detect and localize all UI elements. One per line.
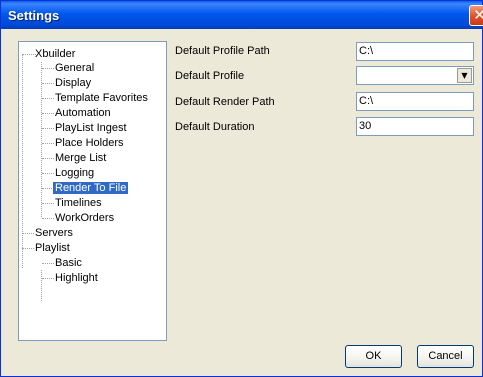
- profile-select[interactable]: ▼: [356, 66, 474, 85]
- tree-connector: [42, 278, 54, 279]
- tree-item-display[interactable]: Display: [55, 76, 91, 90]
- tree-item-merge-list[interactable]: Merge List: [55, 151, 106, 165]
- render-path-field[interactable]: C:\: [356, 92, 474, 111]
- tree-item-place-holders[interactable]: Place Holders: [55, 136, 123, 150]
- settings-window: Settings ✕ Xbuilder General Display Temp…: [0, 0, 483, 377]
- tree-connector: [22, 54, 36, 55]
- tree-connector: [42, 98, 54, 99]
- cancel-button[interactable]: Cancel: [417, 345, 474, 368]
- close-button[interactable]: ✕: [469, 5, 483, 26]
- tree-item-playlist[interactable]: Playlist: [35, 241, 70, 255]
- tree-item-xbuilder[interactable]: Xbuilder: [35, 47, 75, 61]
- tree-item-template-favorites[interactable]: Template Favorites: [55, 91, 148, 105]
- tree-connector: [22, 248, 34, 249]
- tree-connector: [42, 113, 54, 114]
- duration-label: Default Duration: [175, 121, 255, 133]
- tree-connector: [41, 270, 42, 301]
- tree-connector: [42, 68, 54, 69]
- tree-item-playlist-ingest[interactable]: PlayList Ingest: [55, 121, 127, 135]
- tree-item-timelines[interactable]: Timelines: [55, 196, 102, 210]
- settings-tree[interactable]: Xbuilder General Display Template Favori…: [18, 41, 167, 341]
- tree-connector: [42, 83, 54, 84]
- tree-connector: [42, 218, 54, 219]
- tree-connector: [42, 173, 54, 174]
- profile-path-label: Default Profile Path: [175, 45, 270, 57]
- chevron-down-icon[interactable]: ▼: [457, 68, 472, 83]
- tree-item-basic[interactable]: Basic: [55, 256, 82, 270]
- tree-item-workorders[interactable]: WorkOrders: [55, 211, 114, 225]
- tree-item-general[interactable]: General: [55, 61, 94, 75]
- profile-path-field[interactable]: C:\: [356, 42, 474, 61]
- profile-label: Default Profile: [175, 70, 245, 82]
- ok-button[interactable]: OK: [345, 345, 402, 368]
- tree-item-logging[interactable]: Logging: [55, 166, 94, 180]
- duration-field[interactable]: 30: [356, 117, 474, 136]
- tree-connector: [42, 128, 54, 129]
- tree-connector: [41, 62, 42, 217]
- tree-connector: [42, 203, 54, 204]
- tree-item-automation[interactable]: Automation: [55, 106, 111, 120]
- tree-connector: [22, 233, 34, 234]
- tree-item-highlight[interactable]: Highlight: [55, 271, 98, 285]
- tree-connector: [42, 263, 54, 264]
- title-bar[interactable]: Settings: [1, 1, 482, 29]
- tree-connector: [42, 158, 54, 159]
- tree-item-render-to-file[interactable]: Render To File: [53, 181, 129, 195]
- tree-connector: [42, 143, 54, 144]
- window-title: Settings: [8, 8, 60, 23]
- tree-item-servers[interactable]: Servers: [35, 226, 73, 240]
- render-path-label: Default Render Path: [175, 96, 275, 108]
- tree-connector: [22, 54, 23, 268]
